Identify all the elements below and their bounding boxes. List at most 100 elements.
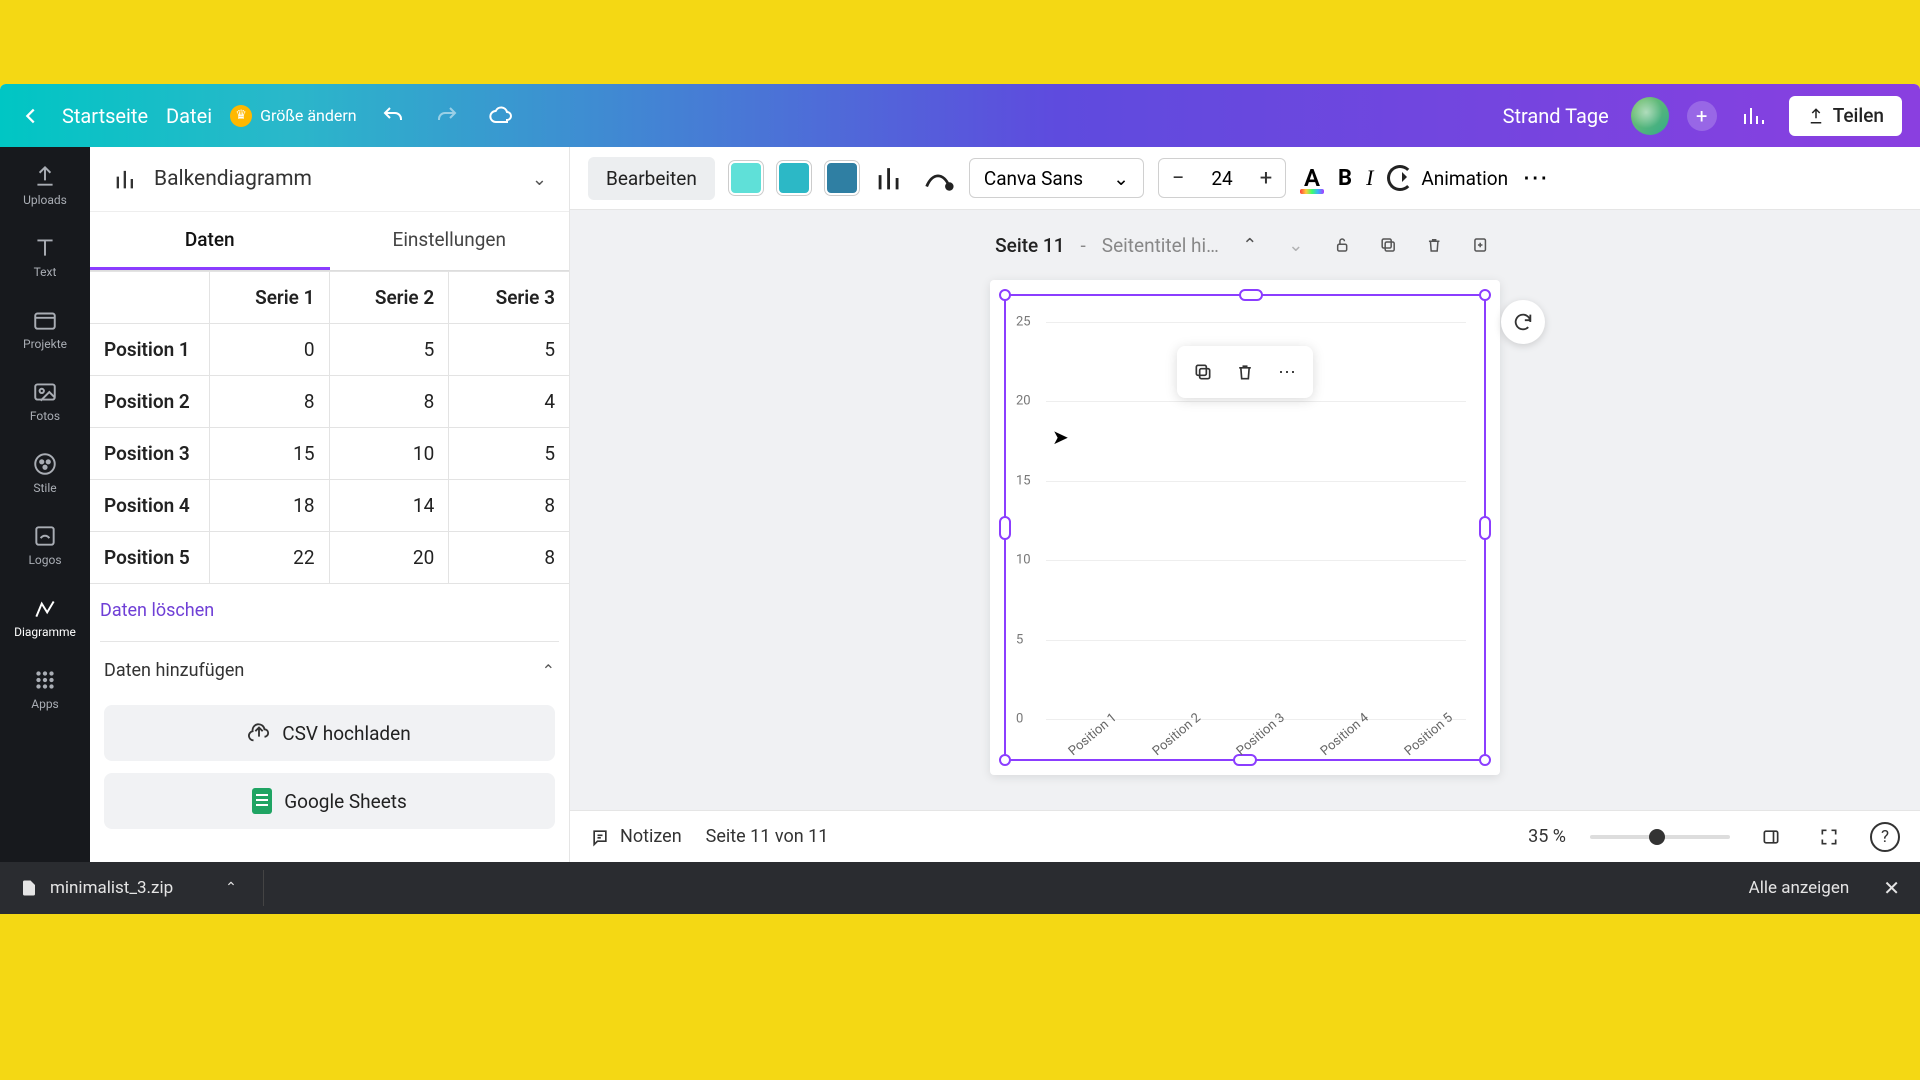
font-size-plus[interactable]: + — [1247, 166, 1285, 191]
insights-button[interactable] — [1735, 98, 1771, 134]
data-cell[interactable]: 8 — [449, 480, 569, 531]
font-size-value[interactable]: 24 — [1197, 167, 1247, 190]
show-all-downloads[interactable]: Alle anzeigen — [1749, 878, 1850, 898]
separator — [263, 870, 264, 906]
edit-button[interactable]: Bearbeiten — [588, 157, 715, 200]
nav-styles-label: Stile — [33, 481, 56, 495]
nav-apps[interactable]: Apps — [0, 661, 90, 717]
zoom-slider[interactable] — [1590, 835, 1730, 839]
animation-label: Animation — [1421, 167, 1508, 190]
nav-photos[interactable]: Fotos — [0, 373, 90, 429]
page-title-placeholder[interactable]: Seitentitel hi… — [1102, 234, 1219, 257]
chart-settings-icon[interactable] — [873, 161, 907, 195]
home-link[interactable]: Startseite — [62, 104, 148, 128]
color-swatch-1[interactable] — [729, 161, 763, 195]
data-cell[interactable]: 5 — [449, 428, 569, 479]
data-cell[interactable]: 5 — [330, 324, 450, 375]
document-title[interactable]: Strand Tage — [1503, 104, 1609, 128]
data-cell[interactable]: 4 — [449, 376, 569, 427]
page-collapse-up-icon[interactable]: ⌃ — [1235, 230, 1265, 260]
tab-settings[interactable]: Einstellungen — [330, 212, 570, 270]
zoom-thumb[interactable] — [1649, 829, 1665, 845]
grid-view-button[interactable] — [1754, 820, 1788, 854]
header-cell[interactable]: Serie 1 — [210, 271, 330, 323]
notes-button[interactable]: Notizen — [590, 826, 682, 847]
resize-button[interactable]: ♛ Größe ändern — [230, 105, 357, 127]
header-cell[interactable] — [90, 271, 210, 323]
header-cell[interactable]: Serie 2 — [330, 271, 450, 323]
row-label[interactable]: Position 3 — [90, 428, 210, 479]
tab-data[interactable]: Daten — [90, 212, 330, 270]
cloud-sync-icon[interactable] — [483, 98, 519, 134]
close-download-bar[interactable]: ✕ — [1883, 876, 1900, 900]
animation-button[interactable]: Animation — [1387, 165, 1508, 191]
data-cell[interactable]: 0 — [210, 324, 330, 375]
fullscreen-button[interactable] — [1812, 820, 1846, 854]
table-row: Position 4 18 14 8 — [90, 480, 569, 532]
nav-diagrams[interactable]: Diagramme — [0, 589, 90, 645]
avatar[interactable] — [1631, 97, 1669, 135]
google-sheets-button[interactable]: Google Sheets — [104, 773, 555, 829]
more-button[interactable]: ⋯ — [1522, 163, 1550, 193]
resize-handle[interactable] — [1479, 289, 1491, 301]
page-collapse-down-icon[interactable]: ⌄ — [1281, 230, 1311, 260]
data-cell[interactable]: 14 — [330, 480, 450, 531]
delete-page-icon[interactable] — [1419, 230, 1449, 260]
data-cell[interactable]: 8 — [449, 532, 569, 583]
canvas[interactable]: Seite 11 - Seitentitel hi… ⌃ ⌄ — [570, 210, 1920, 810]
row-label[interactable]: Position 4 — [90, 480, 210, 531]
more-options-button[interactable]: ⋯ — [1267, 352, 1307, 392]
resize-handle[interactable] — [999, 754, 1011, 766]
add-page-icon[interactable] — [1465, 230, 1495, 260]
line-style-icon[interactable] — [921, 161, 955, 195]
help-button[interactable]: ? — [1870, 822, 1900, 852]
row-label[interactable]: Position 2 — [90, 376, 210, 427]
data-cell[interactable]: 10 — [330, 428, 450, 479]
font-size-minus[interactable]: − — [1159, 166, 1197, 191]
data-cell[interactable]: 8 — [210, 376, 330, 427]
font-color-button[interactable]: A — [1300, 164, 1324, 192]
bold-button[interactable]: B — [1338, 166, 1352, 191]
clear-data-button[interactable]: Daten löschen — [90, 584, 569, 641]
data-cell[interactable]: 20 — [330, 532, 450, 583]
add-collaborator-button[interactable]: + — [1687, 101, 1717, 131]
lock-icon[interactable] — [1327, 230, 1357, 260]
refresh-button[interactable] — [1501, 300, 1545, 344]
header-cell[interactable]: Serie 3 — [449, 271, 569, 323]
row-label[interactable]: Position 1 — [90, 324, 210, 375]
resize-handle[interactable] — [1479, 754, 1491, 766]
color-swatch-3[interactable] — [825, 161, 859, 195]
color-swatch-2[interactable] — [777, 161, 811, 195]
back-button[interactable] — [18, 103, 44, 129]
data-cell[interactable]: 18 — [210, 480, 330, 531]
nav-uploads[interactable]: Uploads — [0, 157, 90, 213]
nav-styles[interactable]: Stile — [0, 445, 90, 501]
file-menu[interactable]: Datei — [166, 104, 212, 128]
data-cell[interactable]: 15 — [210, 428, 330, 479]
resize-handle[interactable] — [999, 516, 1011, 540]
duplicate-page-icon[interactable] — [1373, 230, 1403, 260]
undo-button[interactable] — [375, 98, 411, 134]
nav-logos[interactable]: Logos — [0, 517, 90, 573]
upload-csv-button[interactable]: CSV hochladen — [104, 705, 555, 761]
font-select[interactable]: Canva Sans ⌄ — [969, 158, 1144, 198]
context-toolbar: Bearbeiten Canva Sans ⌄ − 24 + — [570, 147, 1920, 210]
resize-handle[interactable] — [1479, 516, 1491, 540]
italic-button[interactable]: I — [1366, 165, 1373, 191]
nav-projects[interactable]: Projekte — [0, 301, 90, 357]
data-cell[interactable]: 5 — [449, 324, 569, 375]
redo-button[interactable] — [429, 98, 465, 134]
nav-text[interactable]: Text — [0, 229, 90, 285]
chart-type-selector[interactable]: Balkendiagramm ⌄ — [90, 147, 569, 212]
floating-toolbar: ⋯ — [1177, 346, 1313, 398]
data-cell[interactable]: 8 — [330, 376, 450, 427]
resize-handle[interactable] — [999, 289, 1011, 301]
resize-handle[interactable] — [1239, 289, 1263, 301]
data-cell[interactable]: 22 — [210, 532, 330, 583]
download-file[interactable]: minimalist_3.zip ⌃ — [20, 877, 237, 899]
duplicate-button[interactable] — [1183, 352, 1223, 392]
add-data-toggle[interactable]: Daten hinzufügen ⌃ — [90, 642, 569, 699]
delete-button[interactable] — [1225, 352, 1265, 392]
row-label[interactable]: Position 5 — [90, 532, 210, 583]
share-button[interactable]: Teilen — [1789, 96, 1902, 136]
